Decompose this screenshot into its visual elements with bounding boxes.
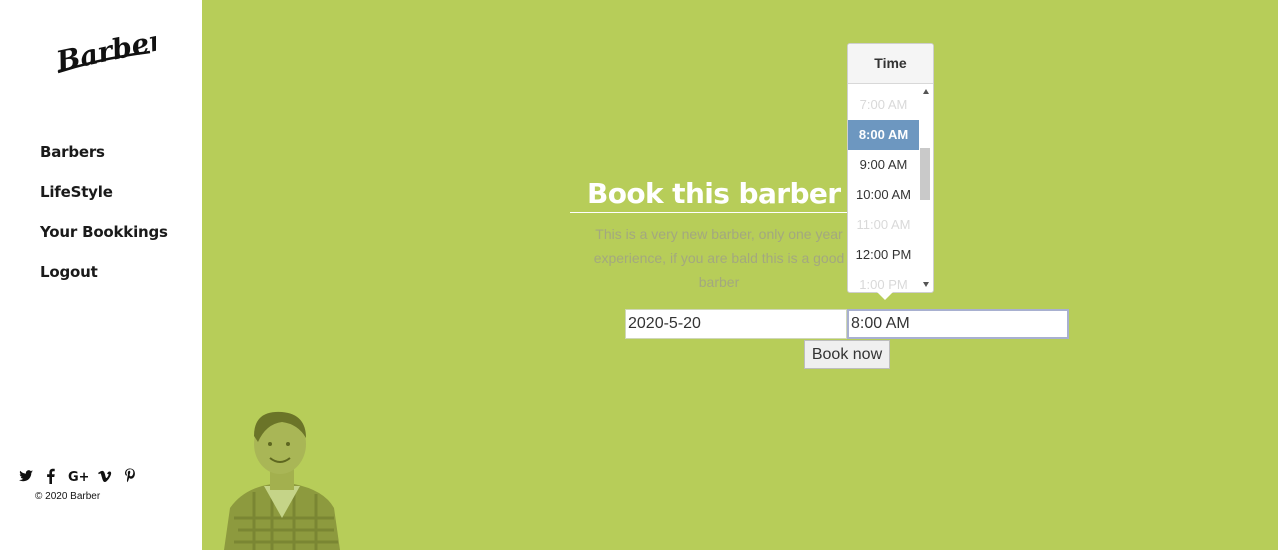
time-option-selected[interactable]: 8:00 AM <box>848 120 919 150</box>
scroll-thumb[interactable] <box>920 148 930 200</box>
nav-item-logout[interactable]: Logout <box>40 260 168 300</box>
svg-text:G+: G+ <box>68 470 88 485</box>
picker-pointer <box>877 292 893 300</box>
barber-logo[interactable]: Barber <box>52 28 156 78</box>
sidebar: Barber Barbers LifeStyle Your Bookkings … <box>0 0 202 550</box>
twitter-icon[interactable] <box>18 467 34 485</box>
facebook-icon[interactable] <box>43 467 59 485</box>
book-now-button[interactable]: Book now <box>804 340 890 369</box>
vimeo-icon[interactable] <box>97 467 113 485</box>
scroll-down-arrow-icon[interactable] <box>923 282 929 287</box>
nav-item-lifestyle[interactable]: LifeStyle <box>40 180 168 220</box>
scroll-up-arrow-icon[interactable] <box>923 89 929 94</box>
nav-item-your-bookings[interactable]: Your Bookkings <box>40 220 168 260</box>
booking-panel: Book this barber now This is a very new … <box>202 0 1278 550</box>
date-input[interactable]: 2020-5-20 <box>625 309 847 339</box>
copyright-text: © 2020 Barber <box>35 491 101 502</box>
barber-photo <box>224 408 344 550</box>
nav-item-barbers[interactable]: Barbers <box>40 140 168 180</box>
time-option: 11:00 AM <box>856 217 911 232</box>
barber-description: This is a very new barber, only one year… <box>593 226 845 290</box>
time-picker-header: Time <box>848 44 933 84</box>
time-options-list: 7:00 AM 8:00 AM 9:00 AM 10:00 AM 11:00 A… <box>848 90 919 300</box>
time-input[interactable]: 8:00 AM <box>847 309 1069 339</box>
social-links: G+ <box>18 467 138 485</box>
time-picker-scrollbar[interactable] <box>920 85 933 291</box>
time-picker-dropdown: Time 7:00 AM 8:00 AM 9:00 AM 10:00 AM 11… <box>847 43 934 300</box>
pinterest-icon[interactable] <box>122 467 138 485</box>
time-option[interactable]: 9:00 AM <box>848 150 919 180</box>
booking-title-wrap: Book this barber now <box>570 176 913 213</box>
google-plus-icon[interactable]: G+ <box>68 467 88 485</box>
sidebar-nav: Barbers LifeStyle Your Bookkings Logout <box>40 140 168 300</box>
time-option[interactable]: 12:00 PM <box>848 240 919 270</box>
time-option: 7:00 AM <box>859 97 908 112</box>
time-option[interactable]: 10:00 AM <box>848 180 919 210</box>
